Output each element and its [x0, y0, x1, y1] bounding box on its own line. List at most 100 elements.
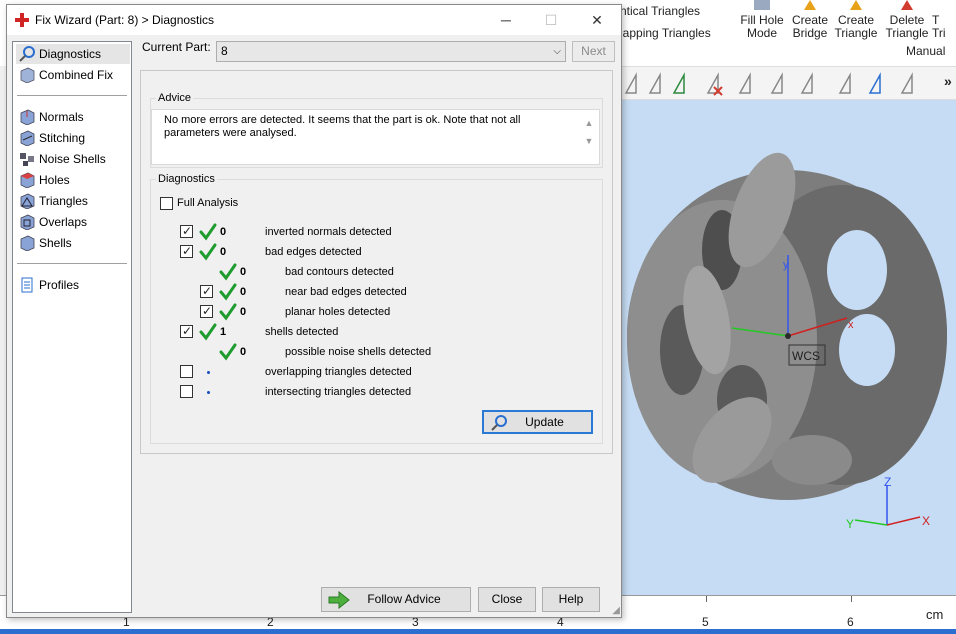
green-check-icon: [219, 343, 237, 361]
triangle-cube-icon: [20, 193, 35, 209]
checkmark-icon: ✓: [202, 284, 213, 298]
tool-icon-10: [900, 72, 913, 94]
diagnostic-row: intersecting triangles detected: [141, 383, 601, 401]
checkmark-icon: ✓: [182, 324, 193, 338]
green-check-icon: [199, 243, 217, 261]
help-button[interactable]: Help: [542, 587, 600, 612]
sidebar-item-diagnostics[interactable]: Diagnostics: [16, 44, 130, 64]
update-button[interactable]: Update: [482, 410, 593, 434]
dialog-titlebar[interactable]: Fix Wizard (Part: 8) > Diagnostics ─ ☐ ✕: [7, 5, 621, 35]
minimize-button[interactable]: ─: [491, 9, 521, 31]
ribbon-more-button[interactable]: »: [944, 73, 952, 89]
sidebar-item-overlaps[interactable]: Overlaps: [16, 212, 130, 232]
diagnostic-checkbox[interactable]: [180, 385, 193, 398]
full-analysis-label: Full Analysis: [177, 197, 239, 209]
diagnostic-count: 0: [240, 266, 247, 278]
diagnostic-checkbox[interactable]: ✓: [200, 304, 213, 318]
ribbon-overlapping-triangles[interactable]: lapping Triangles: [620, 26, 711, 40]
diagnostic-row: 0 bad contours detected: [141, 263, 601, 281]
diagnostic-checkbox[interactable]: [180, 365, 193, 378]
sidebar-item-label: Noise Shells: [39, 152, 106, 166]
sidebar-item-label: Shells: [39, 236, 72, 250]
green-check-icon: [219, 283, 237, 301]
holes-cube-icon: [20, 172, 35, 188]
t-partial-button[interactable]: T Tri: [932, 0, 956, 46]
fill-hole-line2: Mode: [746, 26, 778, 40]
update-label: Update: [525, 415, 564, 429]
sidebar-item-triangles[interactable]: Triangles: [16, 191, 130, 211]
sidebar-item-stitching[interactable]: Stitching: [16, 128, 130, 148]
ruler-unit: cm: [926, 607, 944, 622]
stitching-cube-icon: [20, 130, 35, 146]
close-window-button[interactable]: ✕: [582, 9, 612, 31]
axis-x-label: x: [848, 319, 854, 331]
tool-icon-2: [648, 72, 661, 94]
current-part-label: Current Part:: [142, 40, 211, 54]
shells-cube-icon: [20, 235, 35, 251]
diagnostic-label: possible noise shells detected: [285, 346, 432, 358]
wcs-label: WCS: [792, 349, 820, 363]
diagnostic-label: intersecting triangles detected: [265, 386, 412, 398]
tool-icon-9: [868, 72, 881, 94]
resize-grip[interactable]: ◢: [612, 605, 620, 616]
sidebar-divider: [17, 263, 127, 264]
checkmark-icon: ✓: [182, 224, 193, 238]
diagnostic-checkbox[interactable]: ✓: [180, 324, 193, 338]
sidebar-item-profiles[interactable]: Profiles: [16, 275, 130, 295]
sidebar-item-shells[interactable]: Shells: [16, 233, 130, 253]
scroll-up-icon[interactable]: ▲: [581, 114, 597, 132]
sidebar-item-holes[interactable]: Holes: [16, 170, 130, 190]
sidebar-item-label: Holes: [39, 173, 70, 187]
checkmark-icon: ✓: [182, 244, 193, 258]
sidebar-item-label: Normals: [39, 110, 84, 124]
green-check-icon: [199, 323, 217, 341]
sidebar-item-combined-fix[interactable]: Combined Fix: [16, 65, 130, 85]
follow-advice-button[interactable]: Follow Advice: [321, 587, 471, 612]
delete-triangle-button[interactable]: Delete Triangle: [884, 0, 930, 46]
create-triangle-line2: Triangle: [834, 26, 878, 40]
fix-wizard-dialog: Fix Wizard (Part: 8) > Diagnostics ─ ☐ ✕…: [6, 4, 622, 618]
delete-triangle-line2: Triangle: [885, 26, 929, 40]
diagnostic-checkbox[interactable]: ✓: [180, 244, 193, 258]
advice-text: No more errors are detected. It seems th…: [164, 114, 521, 139]
mini-axis-z: Z: [884, 475, 891, 489]
sidebar-item-normals[interactable]: Normals: [16, 107, 130, 127]
diagnostic-row: ✓ 0 inverted normals detected: [141, 223, 601, 241]
status-dot-icon: [207, 371, 210, 374]
delete-triangle-icon: [901, 0, 913, 10]
noise-shells-icon: [20, 153, 34, 166]
fill-hole-icon: [754, 0, 770, 10]
green-check-icon: [199, 223, 217, 241]
ribbon-identical-triangles[interactable]: ntical Triangles: [620, 4, 700, 18]
advice-text-box: No more errors are detected. It seems th…: [151, 109, 600, 165]
tool-icon-8: [838, 72, 851, 94]
scroll-down-icon[interactable]: ▼: [581, 132, 597, 150]
create-triangle-button[interactable]: Create Triangle: [833, 0, 879, 46]
sidebar-item-noise-shells[interactable]: Noise Shells: [16, 149, 130, 169]
tool-icon-7: [800, 72, 813, 94]
diagnostic-checkbox[interactable]: ✓: [200, 284, 213, 298]
create-bridge-button[interactable]: Create Bridge: [787, 0, 833, 46]
current-part-select[interactable]: 8 ⌵: [216, 41, 566, 62]
sidebar-item-label: Triangles: [39, 194, 88, 208]
ruler-number: 6: [847, 615, 854, 629]
green-arrow-icon: [328, 591, 350, 609]
close-button[interactable]: Close: [478, 587, 536, 612]
axis-y-label: y: [783, 259, 789, 271]
sidebar-item-label: Diagnostics: [39, 47, 102, 61]
diagnostic-label: near bad edges detected: [285, 286, 407, 298]
checkbox-box[interactable]: [160, 197, 173, 210]
diagnostic-row: 0 possible noise shells detected: [141, 343, 601, 361]
diagnostics-title: Diagnostics: [156, 173, 217, 185]
diagnostic-checkbox[interactable]: ✓: [180, 224, 193, 238]
diagnostic-count: 0: [220, 226, 227, 238]
create-triangle-icon: [850, 0, 862, 10]
3d-viewport[interactable]: x y WCS Z X Y: [612, 100, 956, 595]
cube-icon: [20, 67, 35, 83]
green-check-icon: [219, 263, 237, 281]
fill-hole-mode-button[interactable]: Fill Hole Mode: [739, 0, 785, 46]
diagnostic-count: 0: [240, 346, 247, 358]
ribbon-group-manual: Manual: [906, 44, 946, 58]
advice-scrollbar[interactable]: ▲ ▼: [581, 114, 597, 162]
document-icon: [21, 277, 33, 293]
